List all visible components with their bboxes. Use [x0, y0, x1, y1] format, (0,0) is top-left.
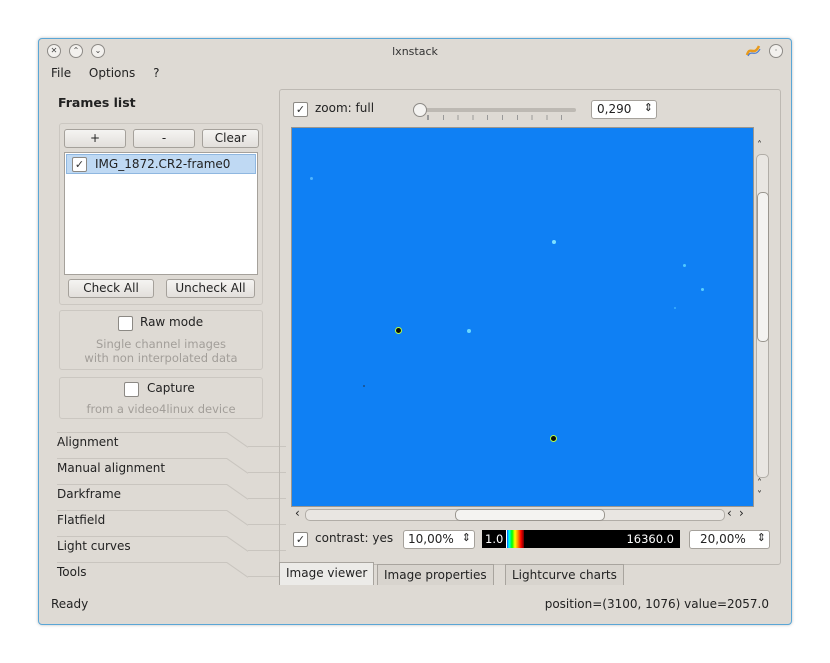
window-title: lxnstack — [392, 45, 438, 58]
section-light-curves[interactable]: Light curves — [57, 536, 286, 560]
uncheck-all-button[interactable]: Uncheck All — [166, 279, 255, 298]
raw-mode-group: Raw mode Single channel images with non … — [59, 310, 263, 370]
scroll-up-icon[interactable]: ˄ — [757, 140, 762, 151]
spin-arrows-icon[interactable]: ⇕ — [757, 531, 766, 544]
tab-image-properties[interactable]: Image properties — [377, 564, 494, 585]
star — [396, 328, 401, 333]
menu-file[interactable]: File — [51, 66, 71, 80]
window-menu-icon[interactable]: · — [769, 44, 783, 58]
range-max: 16360.0 — [626, 532, 674, 546]
menu-options[interactable]: Options — [89, 66, 135, 80]
app-logo-icon — [745, 43, 761, 59]
tab-image-viewer[interactable]: Image viewer — [279, 562, 375, 585]
zoom-label: zoom: full — [315, 101, 375, 115]
image-viewer[interactable] — [291, 127, 754, 507]
capture-label: Capture — [147, 381, 195, 395]
section-alignment[interactable]: Alignment — [57, 432, 286, 456]
frames-list-heading: Frames list — [58, 95, 136, 110]
contrast-checkbox[interactable]: ✓ — [293, 532, 308, 547]
horizontal-scrollbar[interactable]: ‹ ‹ › — [295, 506, 747, 522]
check-all-button[interactable]: Check All — [68, 279, 154, 298]
capture-desc: from a video4linux device — [86, 402, 236, 416]
raw-mode-desc-2: with non interpolated data — [84, 351, 238, 365]
spin-arrows-icon[interactable]: ⇕ — [462, 531, 471, 544]
raw-mode-label: Raw mode — [140, 315, 204, 329]
add-frame-button[interactable]: + — [64, 129, 126, 148]
zoom-slider[interactable] — [413, 103, 576, 120]
scroll-down-icon[interactable]: ˅ — [757, 490, 762, 501]
status-position: position=(3100, 1076) value=2057.0 — [544, 597, 769, 611]
spin-arrows-icon[interactable]: ⇕ — [644, 101, 653, 114]
zoom-value: 0,290 — [597, 102, 632, 116]
star — [551, 436, 556, 441]
star — [674, 307, 676, 309]
contrast-high-value: 20,00% — [700, 532, 746, 546]
tab-lightcurve-charts[interactable]: Lightcurve charts — [505, 564, 624, 585]
section-darkframe[interactable]: Darkframe — [57, 484, 286, 508]
zoom-spinbox[interactable]: 0,290 ⇕ — [591, 100, 657, 119]
raw-mode-desc-1: Single channel images — [96, 337, 226, 351]
frames-list[interactable]: ✓ IMG_1872.CR2-frame0 — [64, 152, 258, 275]
section-manual-alignment[interactable]: Manual alignment — [57, 458, 286, 482]
menu-help[interactable]: ? — [153, 66, 159, 80]
raw-mode-checkbox[interactable] — [118, 316, 133, 331]
zoom-checkbox[interactable]: ✓ — [293, 102, 308, 117]
status-text: Ready — [51, 597, 89, 611]
scroll-right-icon[interactable]: › — [739, 506, 744, 520]
star — [683, 264, 686, 267]
star — [310, 177, 313, 180]
horizontal-scroll-thumb[interactable] — [455, 509, 605, 521]
list-item[interactable]: ✓ IMG_1872.CR2-frame0 — [66, 154, 256, 174]
menu-bar: File Options ? — [51, 66, 173, 84]
contrast-label: contrast: yes — [315, 531, 394, 545]
capture-checkbox[interactable] — [124, 382, 139, 397]
frame-label: IMG_1872.CR2-frame0 — [95, 157, 231, 171]
vertical-scrollbar[interactable]: ˄ ˄ ˅ — [755, 140, 769, 510]
vertical-scroll-thumb[interactable] — [757, 192, 769, 342]
remove-frame-button[interactable]: - — [133, 129, 195, 148]
contrast-low-value: 10,00% — [408, 532, 454, 546]
contrast-high-spinbox[interactable]: 20,00% ⇕ — [689, 530, 770, 549]
contrast-low-spinbox[interactable]: 10,00% ⇕ — [403, 530, 475, 549]
scroll-up-icon[interactable]: ˄ — [757, 478, 762, 489]
frame-checkbox[interactable]: ✓ — [72, 157, 87, 172]
clear-frames-button[interactable]: Clear — [202, 129, 259, 148]
star — [363, 385, 365, 387]
star — [467, 329, 471, 333]
main-window: ✕ ⌃ ⌄ lxnstack · File Options ? Frames l… — [38, 38, 792, 625]
capture-group: Capture from a video4linux device — [59, 377, 263, 419]
range-min: 1.0 — [485, 532, 504, 546]
zoom-slider-handle[interactable] — [413, 103, 427, 117]
star — [701, 288, 704, 291]
section-flatfield[interactable]: Flatfield — [57, 510, 286, 534]
scroll-left-icon[interactable]: ‹ — [295, 506, 300, 520]
section-tools[interactable]: Tools — [57, 562, 286, 586]
histogram-colorbar[interactable]: 1.0 16360.0 — [482, 530, 680, 548]
title-bar: ✕ ⌃ ⌄ lxnstack · — [39, 39, 791, 63]
star — [552, 240, 556, 244]
scroll-left-icon[interactable]: ‹ — [727, 506, 732, 520]
